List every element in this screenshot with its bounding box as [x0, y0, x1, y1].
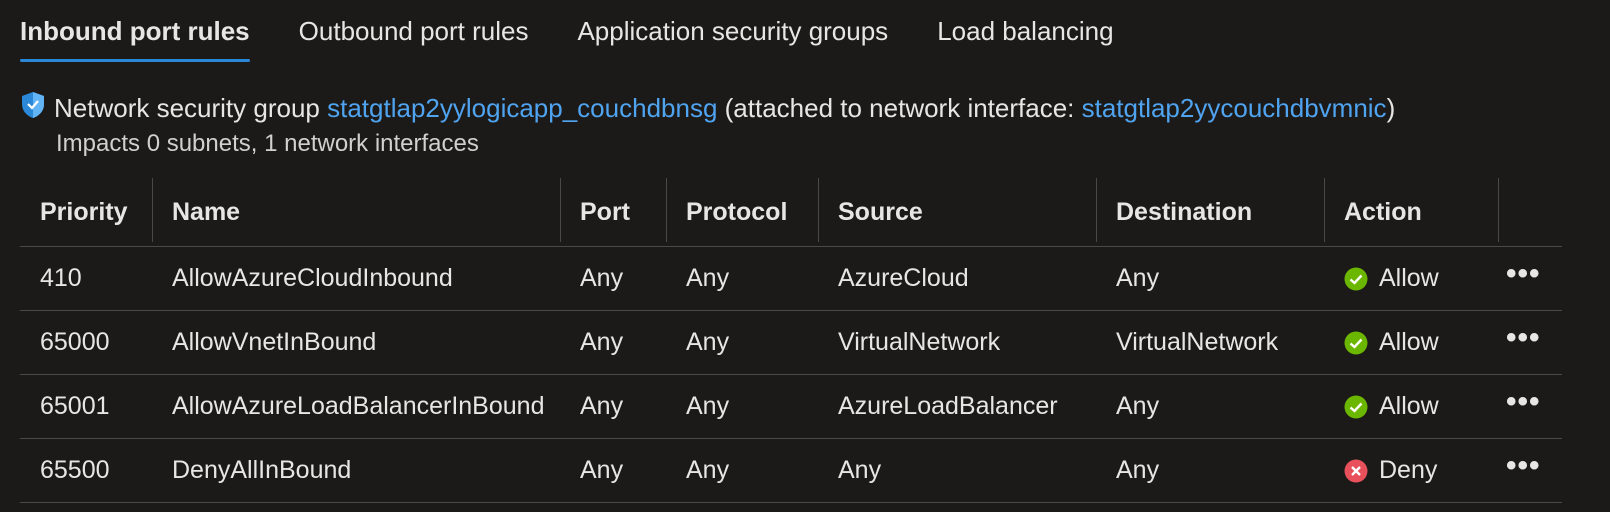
check-circle-icon	[1344, 395, 1368, 418]
cell-protocol: Any	[686, 328, 730, 356]
check-circle-icon	[1344, 267, 1368, 290]
cell-name: AllowAzureCloudInbound	[172, 264, 453, 292]
cell-priority: 65000	[40, 328, 110, 356]
table-row[interactable]: 65001 AllowAzureLoadBalancerInBound Any …	[20, 375, 1562, 439]
cell-name: AllowAzureLoadBalancerInBound	[172, 392, 545, 420]
cell-protocol: Any	[686, 264, 730, 292]
header-destination[interactable]: Destination	[1096, 178, 1324, 246]
header-priority[interactable]: Priority	[20, 178, 152, 246]
table-row[interactable]: 65000 AllowVnetInBound Any Any VirtualNe…	[20, 311, 1562, 375]
tab-bar: Inbound port rules Outbound port rules A…	[20, 0, 1163, 64]
cell-port: Any	[580, 328, 624, 356]
tab-load-balancing[interactable]: Load balancing	[937, 0, 1113, 46]
header-action[interactable]: Action	[1324, 178, 1498, 246]
inbound-rules-table: Priority Name Port Protocol Source Desti…	[20, 178, 1562, 503]
action-label: Allow	[1379, 264, 1439, 292]
action-label: Deny	[1379, 456, 1438, 484]
attached-suffix-text: )	[1386, 93, 1396, 123]
header-port[interactable]: Port	[560, 178, 666, 246]
shield-icon	[22, 92, 44, 118]
cell-source: AzureCloud	[838, 264, 969, 292]
x-circle-icon	[1344, 459, 1368, 482]
action-label: Allow	[1379, 392, 1439, 420]
tab-outbound-port-rules[interactable]: Outbound port rules	[299, 0, 529, 46]
cell-action: Allow	[1324, 264, 1498, 293]
cell-protocol: Any	[686, 456, 730, 484]
cell-priority: 65001	[40, 392, 110, 420]
cell-source: AzureLoadBalancer	[838, 392, 1058, 420]
cell-action: Allow	[1324, 328, 1498, 357]
cell-protocol: Any	[686, 392, 730, 420]
impacts-text: Impacts 0 subnets, 1 network interfaces	[56, 130, 479, 157]
cell-priority: 65500	[40, 456, 110, 484]
cell-destination: Any	[1116, 392, 1160, 420]
tab-inbound-port-rules[interactable]: Inbound port rules	[20, 0, 250, 62]
attached-prefix-text: (attached to network interface:	[724, 93, 1082, 123]
header-more	[1498, 178, 1562, 246]
cell-port: Any	[580, 456, 624, 484]
cell-source: VirtualNetwork	[838, 328, 1001, 356]
header-protocol[interactable]: Protocol	[666, 178, 818, 246]
nsg-link[interactable]: statgtlap2yylogicapp_couchdbnsg	[327, 93, 717, 123]
check-circle-icon	[1344, 331, 1368, 354]
header-source[interactable]: Source	[818, 178, 1096, 246]
header-name[interactable]: Name	[152, 178, 560, 246]
more-actions-button[interactable]: •••	[1506, 450, 1541, 486]
cell-action: Allow	[1324, 392, 1498, 421]
table-row[interactable]: 65500 DenyAllInBound Any Any Any Any Den…	[20, 439, 1562, 503]
cell-name: AllowVnetInBound	[172, 328, 377, 356]
cell-port: Any	[580, 264, 624, 292]
table-header: Priority Name Port Protocol Source Desti…	[20, 178, 1562, 247]
cell-name: DenyAllInBound	[172, 456, 352, 484]
network-settings-panel: Inbound port rules Outbound port rules A…	[0, 0, 1610, 512]
action-label: Allow	[1379, 328, 1439, 356]
cell-destination: Any	[1116, 264, 1160, 292]
table-row[interactable]: 410 AllowAzureCloudInbound Any Any Azure…	[20, 247, 1562, 311]
more-actions-button[interactable]: •••	[1506, 258, 1541, 294]
cell-destination: VirtualNetwork	[1116, 328, 1279, 356]
cell-destination: Any	[1116, 456, 1160, 484]
tab-application-security-groups[interactable]: Application security groups	[577, 0, 888, 46]
cell-port: Any	[580, 392, 624, 420]
nic-link[interactable]: statgtlap2yycouchdbvmnic	[1082, 93, 1387, 123]
more-actions-button[interactable]: •••	[1506, 322, 1541, 358]
more-actions-button[interactable]: •••	[1506, 386, 1541, 422]
nsg-info: Network security group statgtlap2yylogic…	[20, 90, 1396, 157]
cell-priority: 410	[40, 264, 82, 292]
cell-source: Any	[838, 456, 882, 484]
nsg-prefix-text: Network security group	[54, 93, 320, 123]
cell-action: Deny	[1324, 456, 1498, 485]
